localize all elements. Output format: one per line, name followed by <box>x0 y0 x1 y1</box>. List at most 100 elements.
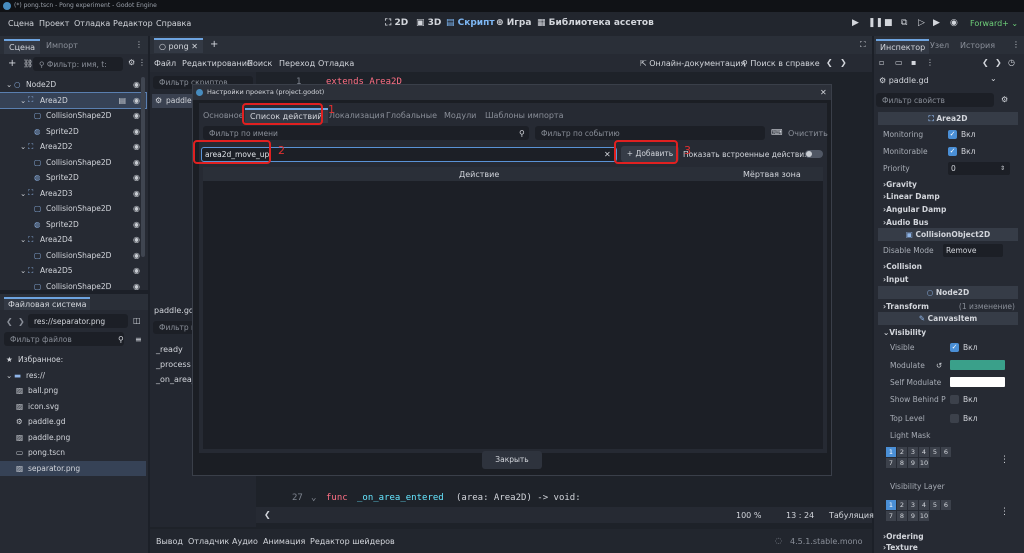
script-menu-goto[interactable]: Переход <box>279 59 315 68</box>
visibility-eye-icon[interactable]: ◉ <box>133 158 140 167</box>
scene-tree-row[interactable]: ⌄ ⛶ Area2D4 ◉ <box>0 232 146 247</box>
layer-bit[interactable]: 1 <box>886 500 896 510</box>
pause-icon[interactable]: ❚❚ <box>868 18 883 28</box>
tab-history[interactable]: История <box>960 41 995 50</box>
scene-tree-row[interactable]: ⌄ ○ Node2D ◉ <box>0 77 146 92</box>
visibility-layer-grid[interactable]: 1 2 3 4 5 6 7 8 9 10 <box>886 500 951 521</box>
renderer-select[interactable]: Forward+ ⌄ <box>970 19 1018 28</box>
visibility-eye-icon[interactable]: ◉ <box>133 266 140 275</box>
layer-bit[interactable]: 5 <box>930 447 940 457</box>
layer-bit[interactable]: 4 <box>919 447 929 457</box>
new-resource-icon[interactable]: ▫ <box>879 58 884 67</box>
workspace-assetlib-button[interactable]: ▦ Библиотека ассетов <box>537 18 654 28</box>
history-back-icon[interactable]: ❮ <box>982 58 989 67</box>
section-area2d[interactable]: ⛶ Area2D <box>878 112 1018 125</box>
scene-filter-input[interactable]: ⚲ Фильтр: имя, t: <box>33 57 123 71</box>
indent-mode[interactable]: Табуляция <box>829 511 874 520</box>
tab-localization[interactable]: Локализация <box>329 111 385 120</box>
chevron-down-icon[interactable]: ⌄ <box>6 80 14 89</box>
add-node-icon[interactable]: + <box>8 58 16 69</box>
chevron-down-icon[interactable]: ⌄ <box>20 235 28 244</box>
tab-filesystem[interactable]: Файловая система <box>4 297 91 310</box>
layer-bit[interactable]: 8 <box>897 458 907 468</box>
tab-import[interactable]: Импорт <box>46 41 78 50</box>
layer-bit[interactable]: 9 <box>908 458 918 468</box>
layer-bit[interactable]: 6 <box>941 500 951 510</box>
layer-bit[interactable]: 7 <box>886 511 896 521</box>
layer-bit[interactable]: 7 <box>886 458 896 468</box>
prev-script-icon[interactable]: ❮ <box>826 58 833 67</box>
clear-button[interactable]: Очистить <box>788 129 828 138</box>
keyboard-icon[interactable]: ⌨ <box>771 128 783 137</box>
scene-tree-row[interactable]: ◍ Sprite2D ◉ <box>0 124 146 139</box>
chevron-down-icon[interactable]: ⌄ <box>20 142 28 151</box>
play-custom-icon[interactable]: ▶ <box>933 18 940 28</box>
workspace-2d-button[interactable]: ⛶ 2D <box>385 18 408 28</box>
remote-debug-icon[interactable]: ⧉ <box>901 18 907 28</box>
menu-scene[interactable]: Сцена <box>8 19 34 28</box>
zoom-level[interactable]: 100 % <box>736 511 761 520</box>
layer-bit[interactable]: 1 <box>886 447 896 457</box>
layer-bit[interactable]: 6 <box>941 447 951 457</box>
open-folder-icon[interactable]: ▭ <box>895 58 903 67</box>
menu-editor[interactable]: Редактор <box>113 19 153 28</box>
layer-bit[interactable]: 3 <box>908 500 918 510</box>
visibility-eye-icon[interactable]: ◉ <box>133 80 140 89</box>
checkbox-icon[interactable]: ✓ <box>950 342 959 352</box>
bottom-tab-output[interactable]: Вывод <box>156 537 183 546</box>
layer-bit[interactable]: 8 <box>897 511 907 521</box>
fs-filter-input[interactable]: Фильтр файлов <box>4 332 124 346</box>
clear-input-icon[interactable]: ✕ <box>604 150 611 159</box>
checkbox-icon[interactable] <box>950 413 959 423</box>
filter-by-name-input[interactable]: Фильтр по имени <box>203 126 529 140</box>
layer-bit[interactable]: 10 <box>919 458 929 468</box>
layer-bit[interactable]: 2 <box>897 500 907 510</box>
spin-arrows-icon[interactable]: ⇕ <box>1000 165 1005 172</box>
play-scene-icon[interactable]: ▷ <box>918 18 925 28</box>
visibility-eye-icon[interactable]: ◉ <box>133 111 140 120</box>
more-icon[interactable]: ⋮ <box>1000 455 1009 465</box>
chevron-down-icon[interactable]: ⌄ <box>20 266 28 275</box>
filter-options-icon[interactable]: ⚙ <box>1001 95 1008 104</box>
visibility-eye-icon[interactable]: ◉ <box>133 173 140 182</box>
visibility-eye-icon[interactable]: ◉ <box>133 142 140 151</box>
history-icon[interactable]: ◷ <box>1008 58 1015 67</box>
workspace-3d-button[interactable]: ▣ 3D <box>416 18 441 28</box>
filter-options-icon[interactable]: ⚙ <box>128 58 135 67</box>
tab-globals[interactable]: Глобальные <box>386 111 437 120</box>
scene-tree-row[interactable]: ◍ Sprite2D ◉ <box>0 170 146 185</box>
show-builtin-toggle[interactable] <box>805 150 823 158</box>
chevron-down-icon[interactable]: ⌄ <box>20 189 28 198</box>
visibility-eye-icon[interactable]: ◉ <box>133 282 140 291</box>
scene-tree-row[interactable]: ⌄ ⛶ Area2D5 ◉ <box>0 263 146 278</box>
script-icon[interactable]: ▤ <box>118 96 126 105</box>
forward-icon[interactable]: ❯ <box>18 317 25 326</box>
visibility-eye-icon[interactable]: ◉ <box>133 235 140 244</box>
modulate-color-picker[interactable] <box>950 360 1005 370</box>
add-tab-icon[interactable]: + <box>210 39 218 50</box>
menu-help[interactable]: Справка <box>156 19 191 28</box>
scene-tab-pong[interactable]: ○ pong ✕ <box>154 38 203 53</box>
tab-plugins[interactable]: Модули <box>444 111 476 120</box>
chevron-down-icon[interactable]: ⌄ <box>6 371 14 380</box>
stop-icon[interactable]: ■ <box>884 18 893 28</box>
sort-icon[interactable]: ≡ <box>135 335 142 344</box>
play-icon[interactable]: ▶ <box>852 18 859 28</box>
workspace-script-button[interactable]: ▤ Скрипт <box>446 18 495 28</box>
bottom-tab-debugger[interactable]: Отладчик <box>188 537 229 546</box>
group-visibility[interactable]: ⌄ Visibility <box>878 324 1018 340</box>
distraction-free-icon[interactable]: ⛶ <box>860 40 866 50</box>
code-line-27[interactable]: 27 ⌄ func _on_area_entered (area: Area2D… <box>256 489 872 507</box>
layer-bit[interactable]: 5 <box>930 500 940 510</box>
save-icon[interactable]: ▪ <box>911 58 916 67</box>
menu-project[interactable]: Проект <box>39 19 69 28</box>
tab-inspector[interactable]: Инспектор <box>876 39 930 54</box>
scene-tree-row[interactable]: ⌄ ⛶ Area2D ▤ ◉ <box>0 91 147 109</box>
scene-tree-scrollbar[interactable] <box>141 77 145 257</box>
layer-bits[interactable]: 1 2 3 4 5 6 7 8 9 10 <box>886 447 951 468</box>
visibility-eye-icon[interactable]: ◉ <box>133 127 140 136</box>
group-input[interactable]: › Input <box>878 271 1018 287</box>
chevron-down-icon[interactable]: ⌄ <box>20 96 28 105</box>
visibility-eye-icon[interactable]: ◉ <box>133 96 140 105</box>
tab-general[interactable]: Основное <box>203 111 244 120</box>
